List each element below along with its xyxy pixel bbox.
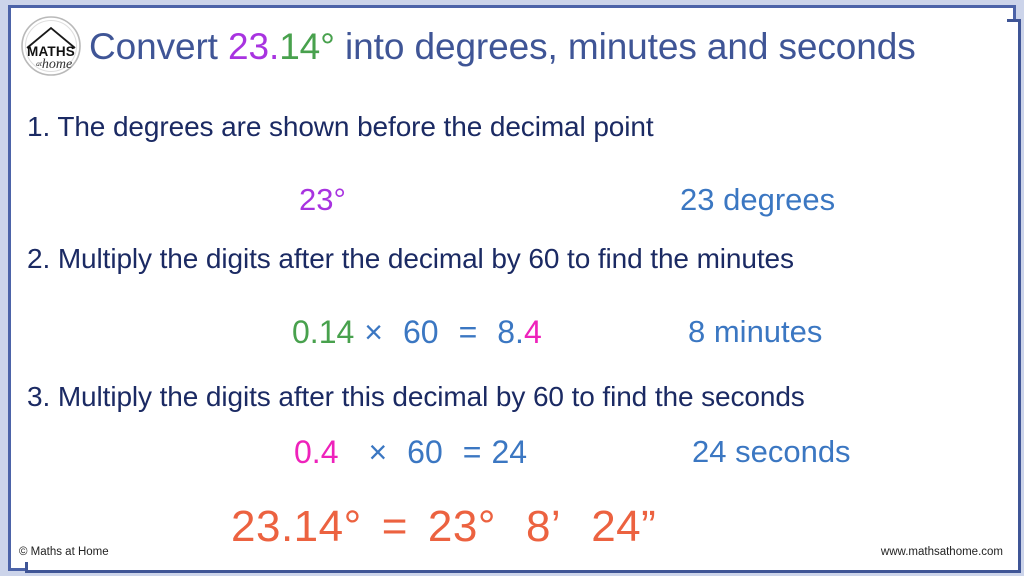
step-3-multiply-sign: × [368,434,388,470]
step-2-working: 0.14 × 60 = 8.4 [292,312,542,352]
slide: MATHS at home Convert 23.14° into degree… [0,0,1024,576]
title-suffix: into degrees, minutes and seconds [334,26,916,67]
step-3-result-whole: 24 [491,434,528,470]
footer-website[interactable]: www.mathsathome.com [881,546,1003,558]
answer-equals-sign: = [381,502,408,551]
step-3-text: 3. Multiply the digits after this decima… [27,381,805,412]
title-degree-symbol: ° [320,26,335,67]
final-answer: 23.14° = 23° 8’ 24” [231,500,656,554]
answer-left-value: 23.14° [231,502,362,551]
step-2-operand-a: 0.14 [292,314,355,350]
page-title: Convert 23.14° into degrees, minutes and… [89,21,989,73]
step-3-equals-sign: = [462,434,482,470]
title-value-fraction: 14 [279,26,321,67]
step-2-multiply-sign: × [364,314,383,350]
step-2-text: 2. Multiply the digits after the decimal… [27,243,794,274]
maths-at-home-logo: MATHS at home [19,14,83,78]
answer-seconds: 24” [591,502,657,551]
slide-content: MATHS at home Convert 23.14° into degree… [17,14,1007,562]
step-1-working-value: 23° [299,182,346,217]
title-value-integer: 23 [228,26,270,67]
step-3-working: 0.4 × 60 = 24 [294,432,527,472]
step-2-operand-b: 60 [402,314,439,350]
step-2-equals-sign: = [458,314,478,350]
step-1-result: 23 degrees [680,182,836,217]
footer-copyright: © Maths at Home [19,546,109,558]
svg-text:home: home [42,57,72,72]
step-2-result-fraction: 4 [523,314,542,350]
step-3-operand-a: 0.4 [294,434,339,470]
step-3-operand-b: 60 [407,434,443,470]
step-1-working: 23° [299,180,346,220]
answer-degrees: 23° [427,502,496,551]
answer-minutes: 8’ [525,502,562,551]
step-1-text: 1. The degrees are shown before the deci… [27,111,654,142]
step-2-result: 8 minutes [688,314,823,349]
title-prefix: Convert [89,26,229,67]
step-3-result: 24 seconds [692,434,851,469]
step-2-result-whole: 8. [497,314,524,350]
title-value-decimal-point: . [269,26,280,67]
